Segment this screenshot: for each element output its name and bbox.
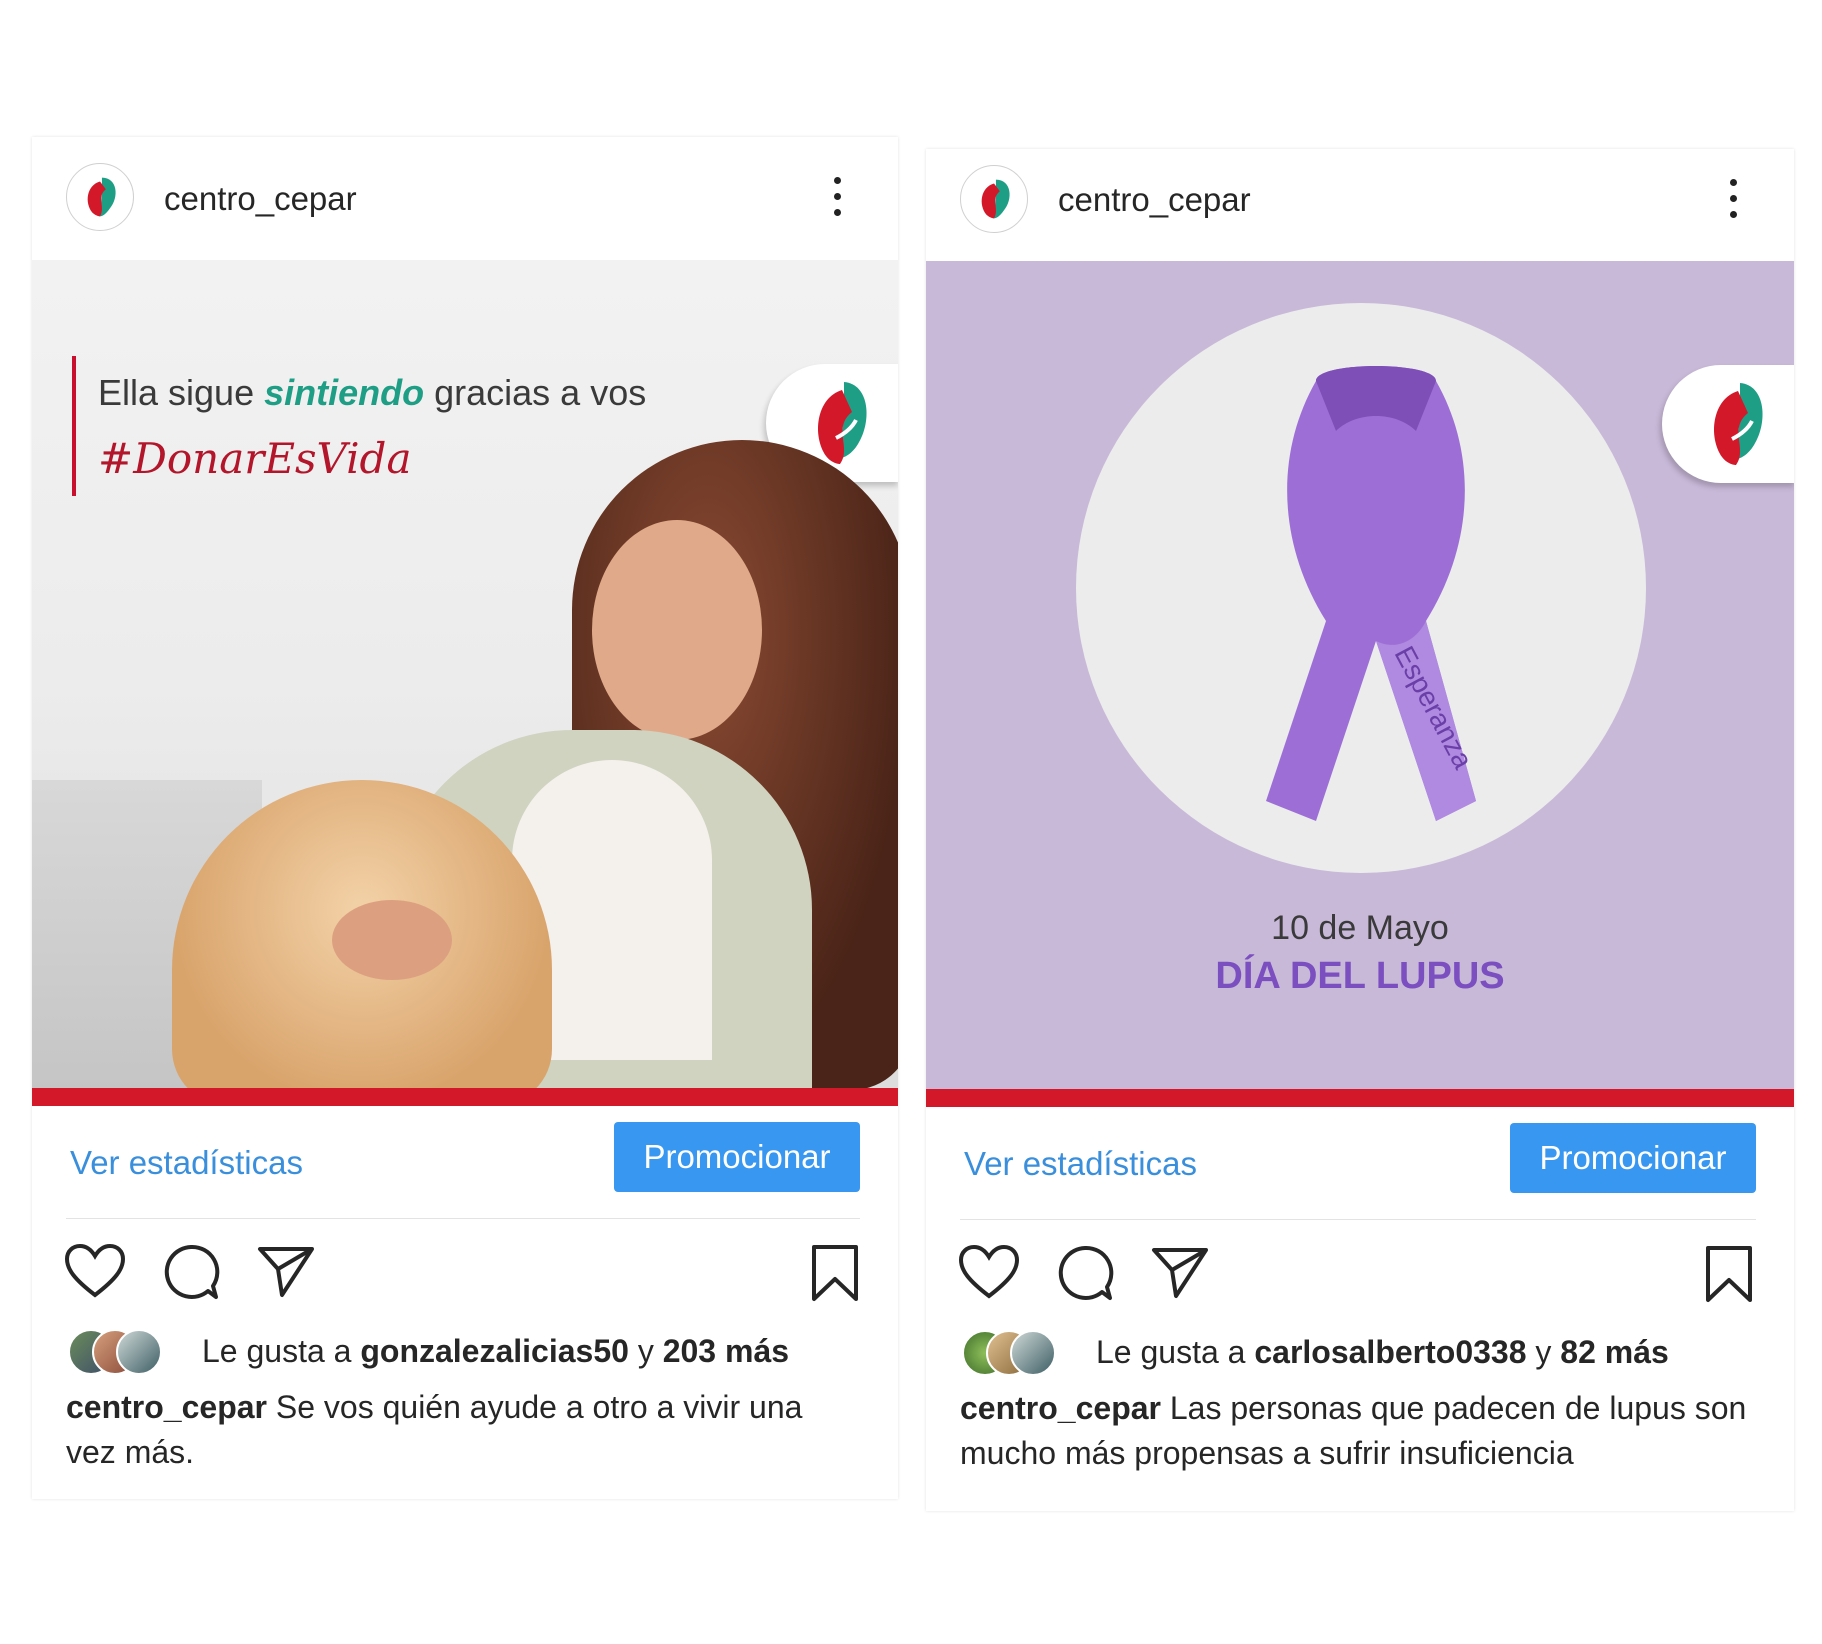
post-headline: Ella sigue sintiendo gracias a vos <box>98 372 647 413</box>
liker-avatar <box>116 1329 162 1375</box>
caption-username[interactable]: centro_cepar <box>960 1390 1161 1426</box>
lupus-ribbon-icon <box>1266 366 1476 821</box>
heart-icon[interactable] <box>64 1243 126 1299</box>
share-icon[interactable] <box>256 1243 316 1299</box>
post-image[interactable]: Ella sigue sintiendo gracias a vos #Dona… <box>32 260 898 1106</box>
post-username[interactable]: centro_cepar <box>164 180 357 218</box>
likes-text[interactable]: Le gusta a gonzalezalicias50 y 203 más <box>202 1333 789 1370</box>
post-hashtag: #DonarEsVida <box>98 434 412 483</box>
bookmark-icon[interactable] <box>810 1243 860 1303</box>
liker-avatars[interactable] <box>962 1330 1056 1376</box>
image-red-bar <box>32 1088 898 1106</box>
caption-username[interactable]: centro_cepar <box>66 1389 267 1425</box>
hand-illustration <box>332 900 452 980</box>
post-card-2: centro_cepar Esperanza 10 de Mayo DÍA DE… <box>926 149 1794 1511</box>
comment-icon[interactable] <box>162 1243 220 1301</box>
share-icon[interactable] <box>1150 1244 1210 1300</box>
profile-avatar[interactable] <box>66 163 134 231</box>
action-bar <box>32 1219 898 1329</box>
likes-row: Le gusta a carlosalberto0338 y 82 más <box>926 1330 1794 1384</box>
more-options-icon[interactable] <box>834 177 842 217</box>
bookmark-icon[interactable] <box>1704 1244 1754 1304</box>
more-options-icon[interactable] <box>1730 179 1738 219</box>
view-insights-link[interactable]: Ver estadísticas <box>70 1144 303 1182</box>
promote-button[interactable]: Promocionar <box>614 1122 860 1192</box>
event-date: 10 de Mayo <box>1271 909 1449 947</box>
likes-row: Le gusta a gonzalezalicias50 y 203 más <box>32 1329 898 1383</box>
post-caption: centro_cepar Las personas que padecen de… <box>926 1384 1794 1476</box>
promote-button[interactable]: Promocionar <box>1510 1123 1756 1193</box>
promo-row: Ver estadísticas Promocionar <box>960 1107 1756 1220</box>
headline-accent-line <box>72 356 76 496</box>
post-caption: centro_cepar Se vos quién ayude a otro a… <box>32 1383 898 1475</box>
promo-row: Ver estadísticas Promocionar <box>66 1106 860 1219</box>
view-insights-link[interactable]: Ver estadísticas <box>964 1145 1197 1183</box>
image-red-bar <box>926 1089 1794 1107</box>
liker-avatar <box>1010 1330 1056 1376</box>
action-bar <box>926 1220 1794 1330</box>
event-title: DÍA DEL LUPUS <box>1215 955 1505 997</box>
comment-icon[interactable] <box>1056 1244 1114 1302</box>
profile-avatar[interactable] <box>960 165 1028 233</box>
post-header: centro_cepar <box>926 149 1794 261</box>
woman-face-illustration <box>592 520 762 740</box>
post-card-1: centro_cepar Ella sigue sintiendo gracia… <box>32 137 898 1499</box>
brand-logo-tab <box>1662 365 1794 483</box>
heart-icon[interactable] <box>958 1244 1020 1300</box>
post-username[interactable]: centro_cepar <box>1058 181 1251 219</box>
post-image[interactable]: Esperanza 10 de Mayo DÍA DEL LUPUS <box>926 261 1794 1107</box>
post-header: centro_cepar <box>32 137 898 260</box>
likes-text[interactable]: Le gusta a carlosalberto0338 y 82 más <box>1096 1334 1669 1371</box>
liker-avatars[interactable] <box>68 1329 162 1375</box>
